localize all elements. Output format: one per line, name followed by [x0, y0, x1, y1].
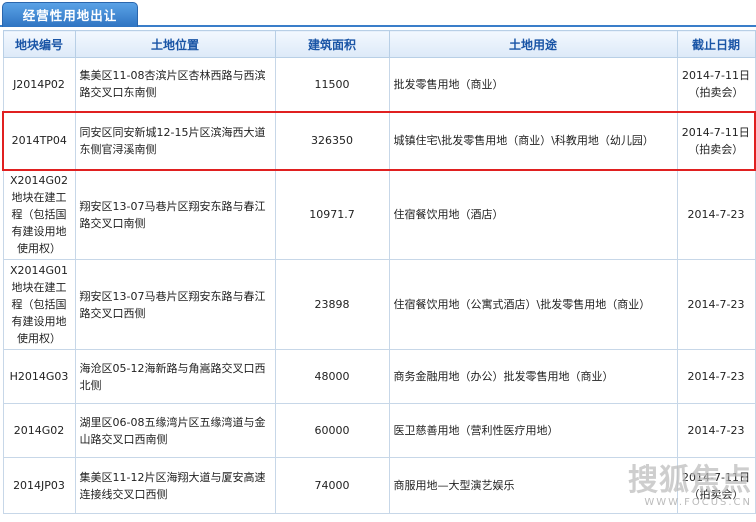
table-header-row: 地块编号 土地位置 建筑面积 土地用途 截止日期 [2, 30, 756, 58]
cell-floor-area: 11500 [274, 57, 390, 112]
cell-land-use: 商务金融用地（办公）批发零售用地（商业） [388, 349, 678, 404]
cell-land-use: 批发零售用地（商业） [388, 57, 678, 112]
cell-location: 翔安区13-07马巷片区翔安东路与春江路交叉口西侧 [74, 259, 276, 350]
cell-floor-area: 326350 [274, 110, 390, 171]
header-deadline: 截止日期 [676, 30, 756, 58]
table-row: 2014JP03 集美区11-12片区海翔大道与厦安高速连接线交叉口西侧 740… [2, 457, 756, 514]
cell-deadline: 2014-7-23 [676, 259, 756, 350]
table-row-highlighted: 2014TP04 同安区同安新城12-15片区滨海西大道东侧官浔溪南侧 3263… [2, 110, 756, 171]
table-row: X2014G01地块在建工程（包括国有建设用地使用权） 翔安区13-07马巷片区… [2, 259, 756, 350]
cell-location: 湖里区06-08五缘湾片区五缘湾道与金山路交叉口西南侧 [74, 403, 276, 458]
header-parcel-id: 地块编号 [2, 30, 76, 58]
cell-location: 同安区同安新城12-15片区滨海西大道东侧官浔溪南侧 [74, 110, 276, 171]
cell-floor-area: 74000 [274, 457, 390, 514]
cell-parcel-id: 2014JP03 [2, 457, 76, 514]
cell-deadline: 2014-7-23 [676, 349, 756, 404]
cell-deadline: 2014-7-23 [676, 169, 756, 260]
cell-land-use: 城镇住宅\批发零售用地（商业）\科教用地（幼儿园） [388, 110, 678, 171]
cell-parcel-id: X2014G01地块在建工程（包括国有建设用地使用权） [2, 259, 76, 350]
land-table: 地块编号 土地位置 建筑面积 土地用途 截止日期 J2014P02 集美区11-… [2, 30, 756, 514]
table-row: H2014G03 海沧区05-12海新路与角嵩路交叉口西北侧 48000 商务金… [2, 349, 756, 404]
cell-parcel-id: 2014G02 [2, 403, 76, 458]
table-row: J2014P02 集美区11-08杏滨片区杏林西路与西滨路交叉口东南侧 1150… [2, 57, 756, 112]
cell-floor-area: 48000 [274, 349, 390, 404]
cell-floor-area: 60000 [274, 403, 390, 458]
table-row: 2014G02 湖里区06-08五缘湾片区五缘湾道与金山路交叉口西南侧 6000… [2, 403, 756, 458]
cell-land-use: 商服用地—大型演艺娱乐 [388, 457, 678, 514]
header-floor-area: 建筑面积 [274, 30, 390, 58]
header-location: 土地位置 [74, 30, 276, 58]
cell-deadline: 2014-7-11日（拍卖会） [676, 57, 756, 112]
cell-location: 集美区11-08杏滨片区杏林西路与西滨路交叉口东南侧 [74, 57, 276, 112]
cell-location: 海沧区05-12海新路与角嵩路交叉口西北侧 [74, 349, 276, 404]
cell-parcel-id: 2014TP04 [2, 110, 76, 171]
cell-land-use: 医卫慈善用地（营利性医疗用地） [388, 403, 678, 458]
cell-location: 翔安区13-07马巷片区翔安东路与春江路交叉口南侧 [74, 169, 276, 260]
cell-deadline: 2014-7-11日（拍卖会） [676, 457, 756, 514]
tab-bar: 经营性用地出让 [0, 0, 756, 27]
table-row: X2014G02地块在建工程（包括国有建设用地使用权） 翔安区13-07马巷片区… [2, 169, 756, 260]
cell-land-use: 住宿餐饮用地（酒店） [388, 169, 678, 260]
cell-location: 集美区11-12片区海翔大道与厦安高速连接线交叉口西侧 [74, 457, 276, 514]
header-land-use: 土地用途 [388, 30, 678, 58]
cell-floor-area: 23898 [274, 259, 390, 350]
cell-parcel-id: X2014G02地块在建工程（包括国有建设用地使用权） [2, 169, 76, 260]
cell-floor-area: 10971.7 [274, 169, 390, 260]
cell-parcel-id: H2014G03 [2, 349, 76, 404]
cell-deadline: 2014-7-11日（拍卖会） [676, 110, 756, 171]
tab-commercial-land-transfer[interactable]: 经营性用地出让 [2, 2, 138, 27]
cell-parcel-id: J2014P02 [2, 57, 76, 112]
cell-deadline: 2014-7-23 [676, 403, 756, 458]
cell-land-use: 住宿餐饮用地（公寓式酒店）\批发零售用地（商业） [388, 259, 678, 350]
